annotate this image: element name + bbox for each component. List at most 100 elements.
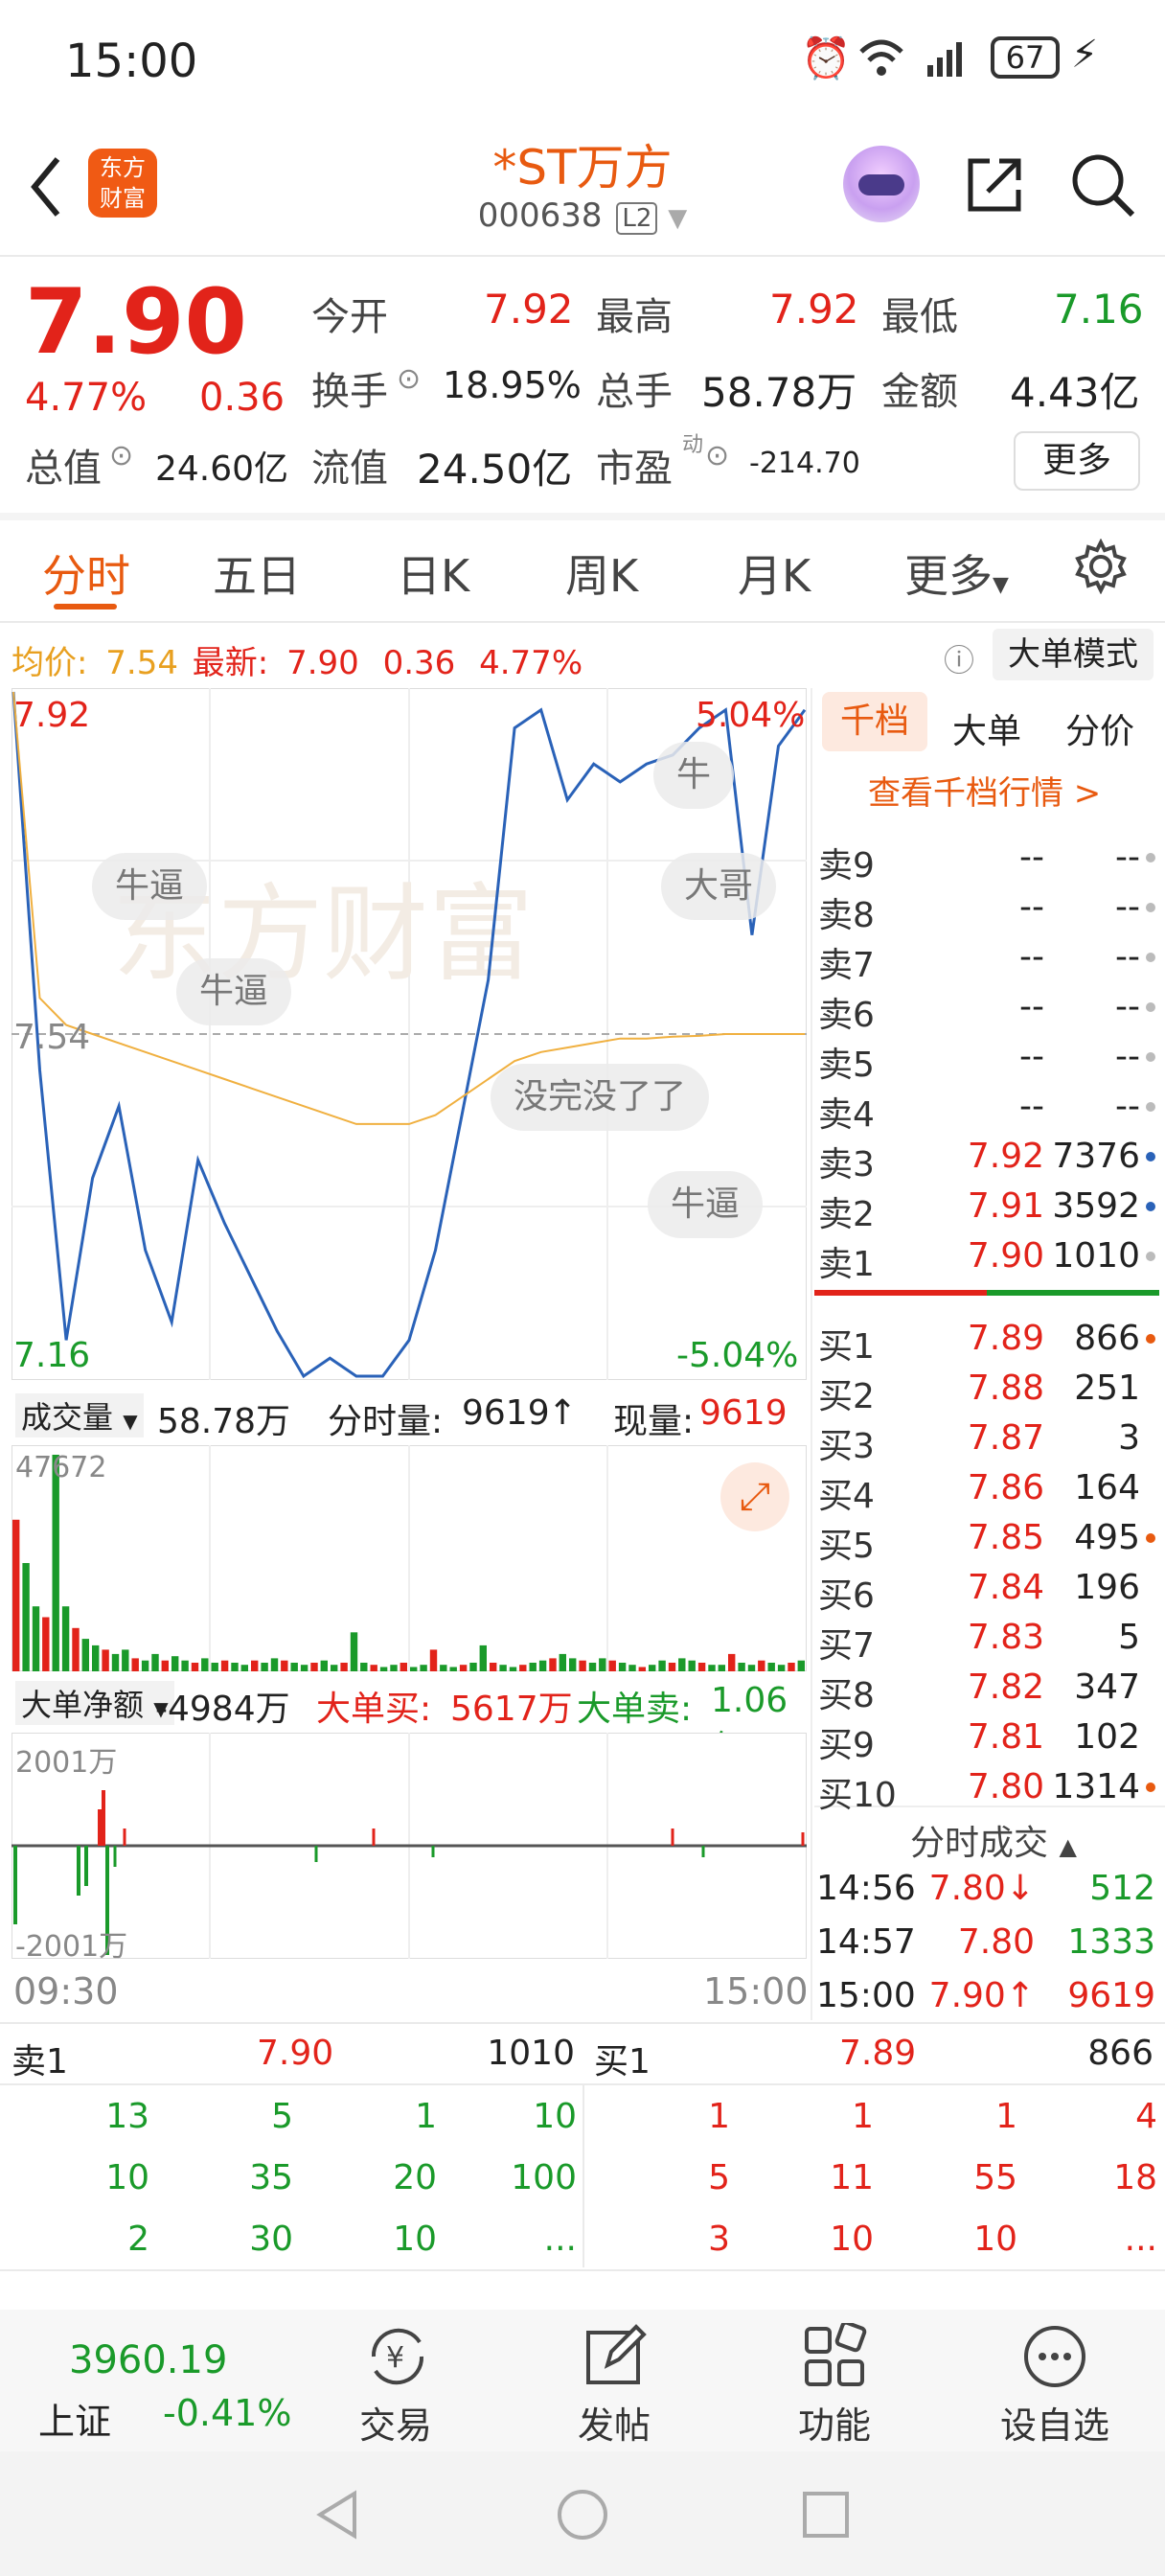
- ask-row[interactable]: 卖2 7.91 3592: [814, 1181, 1159, 1234]
- index-name[interactable]: 上证: [38, 2392, 111, 2445]
- big-order-mode-button[interactable]: 大单模式: [993, 629, 1154, 680]
- trades-title[interactable]: 分时成交 ▲: [910, 1815, 1077, 1865]
- bid-row[interactable]: 买8 7.82 347: [814, 1662, 1159, 1715]
- index-pct[interactable]: -0.41%: [163, 2392, 291, 2434]
- bid-label: 买7: [818, 1626, 875, 1666]
- low-label: 最低: [881, 295, 958, 339]
- search-icon[interactable]: [1069, 151, 1136, 218]
- comment-bubble[interactable]: 牛: [653, 742, 735, 809]
- volume-bar: [549, 1658, 557, 1671]
- bid-volume: 164: [1074, 1468, 1140, 1507]
- help-icon[interactable]: ⓘ: [944, 636, 974, 680]
- nav-trade[interactable]: 交易: [324, 2396, 468, 2449]
- netflow-chart: [11, 1733, 807, 1959]
- comment-bubble[interactable]: 牛逼: [648, 1171, 764, 1238]
- volume-bar: [310, 1663, 318, 1671]
- queue-buy-vol: 866: [1087, 2034, 1154, 2073]
- bid-row[interactable]: 买3 7.87 3: [814, 1413, 1159, 1466]
- robot-avatar-icon[interactable]: [843, 146, 920, 222]
- current-volume: 9619: [699, 1393, 788, 1433]
- ask-label: 卖4: [818, 1095, 875, 1135]
- recents-square-icon[interactable]: [799, 2488, 853, 2542]
- more-dots-icon[interactable]: [1021, 2323, 1088, 2390]
- bid-row[interactable]: 买10 7.80 1314: [814, 1761, 1159, 1815]
- volume-bar: [261, 1663, 268, 1671]
- tab-5day[interactable]: 五日: [213, 541, 301, 605]
- ask-row[interactable]: 卖3 7.92 7376: [814, 1131, 1159, 1184]
- queue-buy-cell: 1: [995, 2097, 1017, 2136]
- more-button[interactable]: 更多: [1014, 431, 1140, 491]
- ask-row[interactable]: 卖7 -- --: [814, 932, 1159, 985]
- ask-price: --: [1019, 1087, 1044, 1126]
- ask-price: --: [1019, 838, 1044, 877]
- tab-big-orders[interactable]: 大单: [952, 703, 1021, 753]
- comment-bubble[interactable]: 大哥: [661, 853, 777, 920]
- info-icon[interactable]: ⊙: [397, 362, 421, 396]
- home-circle-icon[interactable]: [556, 2488, 609, 2542]
- bid-label: 买4: [818, 1477, 875, 1516]
- queue-dot-icon: [1146, 1334, 1155, 1344]
- ask-price: 7.91: [967, 1186, 1044, 1226]
- netflow-selector[interactable]: 大单净额 ▼: [15, 1681, 174, 1725]
- open-label: 今开: [311, 295, 388, 339]
- tab-weekly-k[interactable]: 周K: [565, 541, 638, 605]
- ask-row[interactable]: 卖5 -- --: [814, 1031, 1159, 1085]
- high-value: 7.92: [769, 286, 859, 333]
- nav-post[interactable]: 发帖: [542, 2396, 686, 2449]
- ask-row[interactable]: 卖9 -- --: [814, 832, 1159, 886]
- comment-bubble[interactable]: 牛逼: [92, 853, 208, 920]
- volume-bar: [708, 1665, 716, 1671]
- expand-icon[interactable]: ⤢: [720, 1462, 789, 1531]
- volume-selector[interactable]: 成交量 ▼: [15, 1393, 144, 1438]
- netflow-header: 大单净额 ▼ -4984万 大单买: 5617万 大单卖: 1.06亿: [11, 1675, 807, 1768]
- nav-add-watchlist[interactable]: 设自选: [983, 2396, 1127, 2449]
- tab-level-book[interactable]: 千档: [822, 692, 927, 751]
- tab-daily-k[interactable]: 日K: [397, 541, 469, 605]
- queue-dot-icon: [1146, 953, 1155, 962]
- ask-row[interactable]: 卖4 -- --: [814, 1081, 1159, 1135]
- ask-row[interactable]: 卖8 -- --: [814, 882, 1159, 935]
- bid-row[interactable]: 买5 7.85 495: [814, 1512, 1159, 1566]
- bid-row[interactable]: 买9 7.81 102: [814, 1712, 1159, 1765]
- volume-bar: [360, 1663, 368, 1671]
- settings-gear-icon[interactable]: [1073, 539, 1129, 594]
- volume-bar: [728, 1653, 736, 1671]
- comment-bubble[interactable]: 没完没了了: [491, 1064, 710, 1131]
- bid-row[interactable]: 买2 7.88 251: [814, 1363, 1159, 1416]
- volume-bar: [758, 1660, 765, 1671]
- bid-row[interactable]: 买7 7.83 5: [814, 1612, 1159, 1666]
- queue-buy-cell: 3: [708, 2220, 730, 2259]
- ask-row[interactable]: 卖6 -- --: [814, 981, 1159, 1035]
- chevron-down-icon[interactable]: ▼: [668, 204, 687, 233]
- index-value[interactable]: 3960.19: [69, 2338, 227, 2382]
- tab-intraday[interactable]: 分时: [42, 541, 130, 605]
- ask-row[interactable]: 卖1 7.90 1010: [814, 1230, 1159, 1284]
- comment-bubble[interactable]: 牛逼: [176, 958, 292, 1025]
- queue-sell-cell: 30: [249, 2220, 293, 2259]
- ask-price: --: [1019, 937, 1044, 977]
- bid-row[interactable]: 买1 7.89 866: [814, 1313, 1159, 1367]
- trade-yen-icon[interactable]: ¥: [364, 2323, 431, 2390]
- tab-price-dist[interactable]: 分价: [1065, 703, 1134, 753]
- functions-grid-icon[interactable]: [801, 2323, 868, 2390]
- volume-bar: [151, 1653, 159, 1671]
- bid-row[interactable]: 买4 7.86 164: [814, 1462, 1159, 1516]
- tab-more[interactable]: 更多▼: [904, 541, 1009, 605]
- tab-monthly-k[interactable]: 月K: [738, 541, 811, 605]
- info-icon[interactable]: ⊙: [705, 439, 729, 472]
- volume-bar: [579, 1660, 586, 1671]
- divider: [0, 2022, 1165, 2024]
- time-end: 15:00: [703, 1970, 809, 2012]
- bid-row[interactable]: 买6 7.84 196: [814, 1562, 1159, 1616]
- nav-functions[interactable]: 功能: [763, 2396, 906, 2449]
- latest-value: 7.90: [286, 644, 359, 682]
- volume-bar: [390, 1665, 398, 1671]
- alarm-icon: ⏰: [801, 34, 852, 81]
- back-triangle-icon[interactable]: [310, 2488, 364, 2542]
- low-value: 7.16: [1054, 286, 1144, 333]
- share-icon[interactable]: [963, 153, 1026, 217]
- info-icon[interactable]: ⊙: [109, 439, 133, 472]
- view-level-book-link[interactable]: 查看千档行情 >: [868, 767, 1101, 814]
- post-edit-icon[interactable]: [582, 2323, 650, 2390]
- level-badge[interactable]: L2: [616, 202, 658, 235]
